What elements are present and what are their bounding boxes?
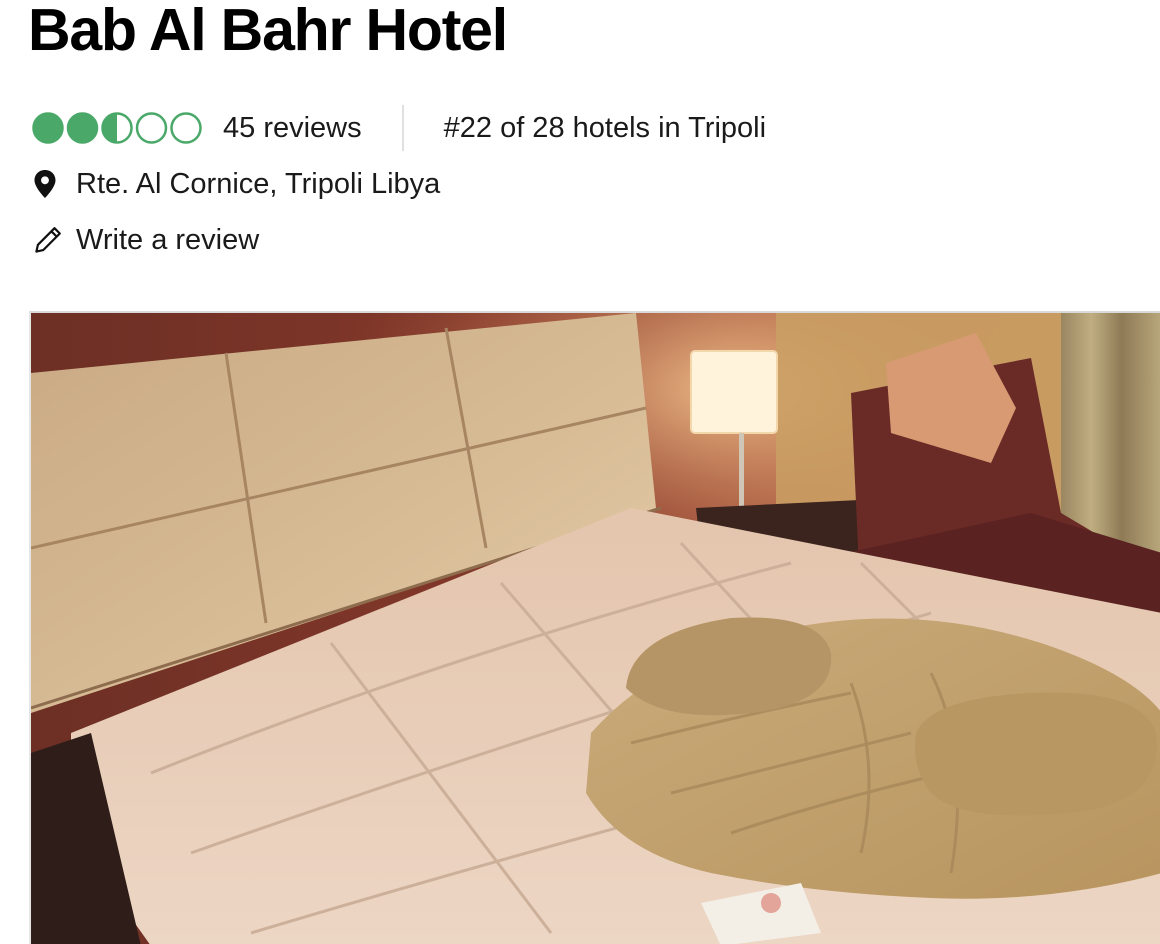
rating-bubbles[interactable] xyxy=(31,104,203,152)
hotel-page: Bab Al Bahr Hotel 45 reviews #22 of 28 h… xyxy=(0,0,1160,944)
hotel-name: Bab Al Bahr Hotel xyxy=(28,0,508,63)
write-review-label: Write a review xyxy=(76,223,260,256)
hotel-room-photo[interactable] xyxy=(29,311,1160,944)
room-illustration xyxy=(31,313,1160,944)
rating-row: 45 reviews #22 of 28 hotels in Tripoli xyxy=(31,104,766,152)
rating-bubble xyxy=(101,112,133,144)
write-review-button[interactable]: Write a review xyxy=(33,218,259,262)
map-pin-icon xyxy=(34,170,56,198)
pencil-icon xyxy=(35,227,61,253)
review-count-link[interactable]: 45 reviews xyxy=(223,112,362,145)
hotel-address: Rte. Al Cornice, Tripoli Libya xyxy=(76,167,441,200)
divider xyxy=(401,105,404,151)
address-row[interactable]: Rte. Al Cornice, Tripoli Libya xyxy=(33,162,440,206)
hotel-ranking[interactable]: #22 of 28 hotels in Tripoli xyxy=(444,112,766,145)
rating-bubble xyxy=(66,112,99,144)
rating-bubble xyxy=(135,112,168,144)
rating-bubble xyxy=(32,112,64,144)
rating-bubble xyxy=(170,112,202,144)
rating-bubbles-svg xyxy=(32,112,202,144)
